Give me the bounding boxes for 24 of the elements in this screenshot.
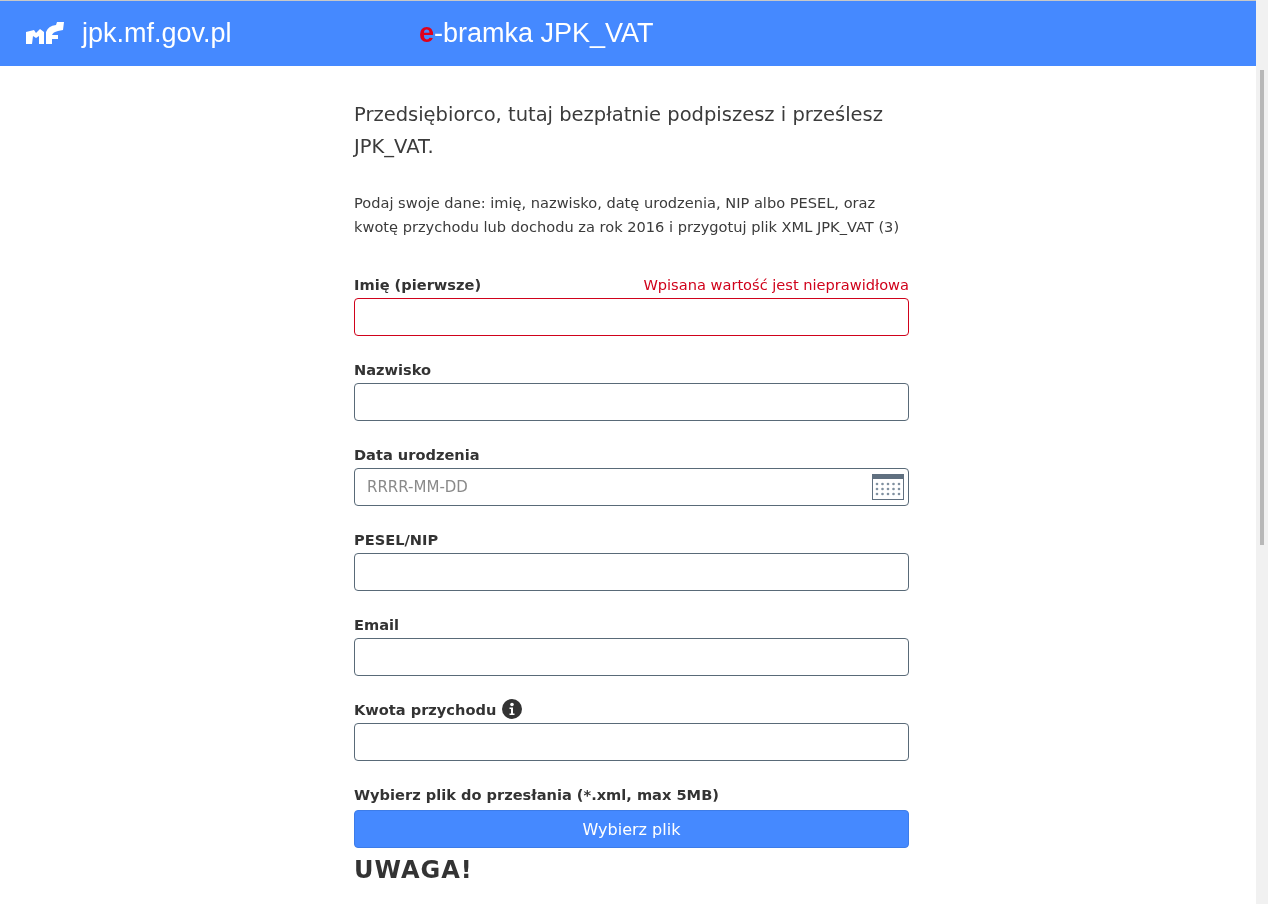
info-icon[interactable] [502, 699, 523, 719]
intro-text: Przedsiębiorco, tutaj bezpłatnie podpiszesz i prześlesz JPK_VAT. [354, 102, 884, 160]
warning-heading: UWAGA! [354, 856, 474, 884]
input-field[interactable] [354, 723, 909, 761]
error-message: Wpisana wartość jest nieprawidłowa [643, 275, 909, 293]
input-field[interactable] [354, 638, 909, 676]
input-field[interactable] [354, 383, 909, 421]
input-field[interactable] [354, 298, 909, 336]
page-title: e-bramka JPK_VAT [419, 18, 654, 49]
logo-icon [26, 21, 66, 46]
field-label: PESEL/NIP [354, 530, 439, 548]
date-field[interactable]: RRRR-MM-DD [354, 468, 909, 506]
calendar-icon[interactable] [872, 474, 904, 500]
scrollbar[interactable] [1256, 0, 1268, 904]
field-label: Data urodzenia [354, 445, 480, 463]
field-label: Kwota przychodu [354, 700, 497, 718]
site-name[interactable]: jpk.mf.gov.pl [82, 18, 419, 49]
field-label: Wybierz plik do przesłania (*.xml, max 5MB) [354, 785, 719, 803]
field-label: Nazwisko [354, 360, 432, 378]
field-label: Imię (pierwsze) [354, 275, 482, 293]
choose-file-button[interactable]: Wybierz plik [354, 810, 909, 848]
input-field[interactable] [354, 553, 909, 591]
instructions-text: Podaj swoje dane: imię, nazwisko, datę urodzenia, NIP albo PESEL, oraz kwotę przychodu lub dochodu za rok 2016 i przygotuj plik XML JPK_VAT (3) [354, 193, 901, 237]
field-label: Email [354, 615, 400, 633]
